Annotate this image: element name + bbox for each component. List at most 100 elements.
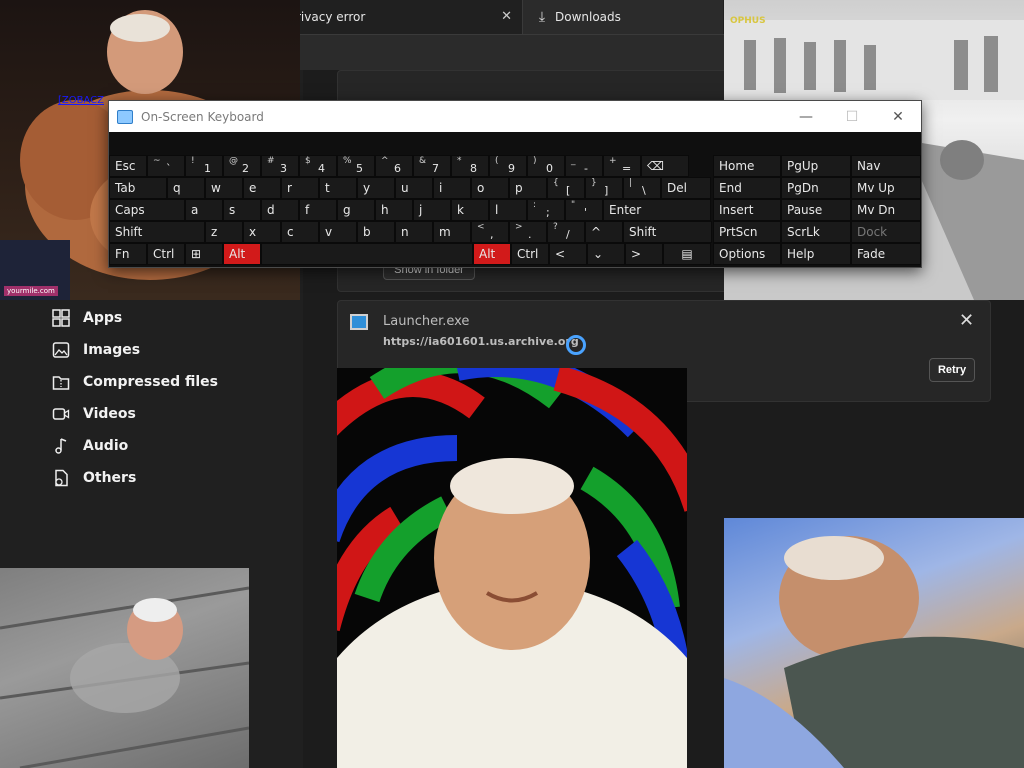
key-y[interactable]: y	[357, 177, 395, 199]
key-0[interactable]: ) 0	[527, 155, 565, 177]
key-shift-left[interactable]: Shift	[109, 221, 205, 243]
key-i[interactable]: i	[433, 177, 471, 199]
key-delete[interactable]: Del	[661, 177, 711, 199]
minimize-button[interactable]: —	[783, 101, 829, 132]
key-symbol[interactable]: ? /	[547, 221, 585, 243]
key-n[interactable]: n	[395, 221, 433, 243]
sidebar-item-label: Compressed files	[83, 374, 218, 390]
key-h[interactable]: h	[375, 199, 413, 221]
key-symbol[interactable]: ~ `	[147, 155, 185, 177]
close-icon[interactable]: ✕	[959, 310, 974, 331]
key-menu[interactable]: ▤	[663, 243, 711, 265]
windows-icon[interactable]: ⊞	[185, 243, 223, 265]
sidebar-item-audio[interactable]: Audio	[52, 434, 128, 458]
key-symbol[interactable]: _ -	[565, 155, 603, 177]
key-w[interactable]: w	[205, 177, 243, 199]
maximize-button[interactable]: ☐	[829, 101, 875, 132]
key-end[interactable]: End	[713, 177, 781, 199]
key-home[interactable]: Home	[713, 155, 781, 177]
key-nav[interactable]: Nav	[851, 155, 921, 177]
key-symbol[interactable]: }]	[585, 177, 623, 199]
key-8[interactable]: * 8	[451, 155, 489, 177]
key-f[interactable]: f	[299, 199, 337, 221]
key-m[interactable]: m	[433, 221, 471, 243]
key-4[interactable]: $4	[299, 155, 337, 177]
key-fn[interactable]: Fn	[109, 243, 147, 265]
key-enter[interactable]: Enter	[603, 199, 711, 221]
sidebar-item-compressed-files[interactable]: Compressed files	[52, 370, 218, 394]
key-6[interactable]: ^ 6	[375, 155, 413, 177]
key-v[interactable]: v	[319, 221, 357, 243]
key-prtscn[interactable]: PrtScn	[713, 221, 781, 243]
key-t[interactable]: t	[319, 177, 357, 199]
key-d[interactable]: d	[261, 199, 299, 221]
sidebar-item-others[interactable]: Others	[52, 466, 136, 490]
key-scrlk[interactable]: ScrLk	[781, 221, 851, 243]
key-3[interactable]: #3	[261, 155, 299, 177]
key-l[interactable]: l	[489, 199, 527, 221]
key-fade[interactable]: Fade	[851, 243, 921, 265]
key-mv-up[interactable]: Mv Up	[851, 177, 921, 199]
close-button[interactable]: ✕	[875, 101, 921, 132]
key-symbol[interactable]: + =	[603, 155, 641, 177]
key-arrow-right[interactable]: >	[625, 243, 663, 265]
key-pgup[interactable]: PgUp	[781, 155, 851, 177]
key-z[interactable]: z	[205, 221, 243, 243]
key-backspace[interactable]: ⌫	[641, 155, 689, 177]
key-arrow-up[interactable]: ^	[585, 221, 623, 243]
key-arrow-left[interactable]: <	[549, 243, 587, 265]
key-k[interactable]: k	[451, 199, 489, 221]
key-shift-right[interactable]: Shift	[623, 221, 712, 243]
download-filename[interactable]: Launcher.exe	[383, 314, 469, 329]
key-x[interactable]: x	[243, 221, 281, 243]
key-help[interactable]: Help	[781, 243, 851, 265]
key-symbol[interactable]: :;	[527, 199, 565, 221]
key-o[interactable]: o	[471, 177, 509, 199]
key-e[interactable]: e	[243, 177, 281, 199]
key-options[interactable]: Options	[713, 243, 781, 265]
sidebar-item-videos[interactable]: Videos	[52, 402, 136, 426]
key-p[interactable]: p	[509, 177, 547, 199]
key-r[interactable]: r	[281, 177, 319, 199]
key-j[interactable]: j	[413, 199, 451, 221]
key-dock[interactable]: Dock	[851, 221, 921, 243]
window-titlebar[interactable]: On-Screen Keyboard — ☐ ✕	[109, 101, 921, 132]
key-a[interactable]: a	[185, 199, 223, 221]
key-esc[interactable]: Esc	[109, 155, 147, 177]
tab-downloads[interactable]: ⤓ Downloads	[522, 0, 723, 34]
key-arrow-down[interactable]: ⌄	[587, 243, 625, 265]
key-s[interactable]: s	[223, 199, 261, 221]
key-u[interactable]: u	[395, 177, 433, 199]
key-tab[interactable]: Tab	[109, 177, 167, 199]
sidebar-item-apps[interactable]: Apps	[52, 306, 122, 330]
key-c[interactable]: c	[281, 221, 319, 243]
key-g[interactable]: g	[337, 199, 375, 221]
zobacz-link[interactable]: [ZOBACZ	[58, 95, 104, 106]
key-symbol[interactable]: " '	[565, 199, 603, 221]
key-symbol[interactable]: {[	[547, 177, 585, 199]
key-insert[interactable]: Insert	[713, 199, 781, 221]
key-caps-lock[interactable]: Caps	[109, 199, 185, 221]
key-ctrl-right[interactable]: Ctrl	[511, 243, 549, 265]
key-symbol[interactable]: <,	[471, 221, 509, 243]
key-9[interactable]: (9	[489, 155, 527, 177]
key-mv-dn[interactable]: Mv Dn	[851, 199, 921, 221]
key-symbol[interactable]: | \	[623, 177, 661, 199]
tab-privacy-error[interactable]: rivacy error ✕	[296, 0, 520, 34]
key-ctrl-left[interactable]: Ctrl	[147, 243, 185, 265]
key-alt-left[interactable]: Alt	[223, 243, 261, 265]
key-1[interactable]: ! 1	[185, 155, 223, 177]
sidebar-item-images[interactable]: Images	[52, 338, 140, 362]
key-b[interactable]: b	[357, 221, 395, 243]
close-icon[interactable]: ✕	[501, 9, 512, 24]
retry-button[interactable]: Retry	[929, 358, 975, 382]
key-symbol[interactable]: >.	[509, 221, 547, 243]
key-space[interactable]	[261, 243, 473, 265]
key-7[interactable]: & 7	[413, 155, 451, 177]
key-2[interactable]: @2	[223, 155, 261, 177]
key-alt-right[interactable]: Alt	[473, 243, 511, 265]
key-pgdn[interactable]: PgDn	[781, 177, 851, 199]
key-5[interactable]: % 5	[337, 155, 375, 177]
key-pause[interactable]: Pause	[781, 199, 851, 221]
key-q[interactable]: q	[167, 177, 205, 199]
